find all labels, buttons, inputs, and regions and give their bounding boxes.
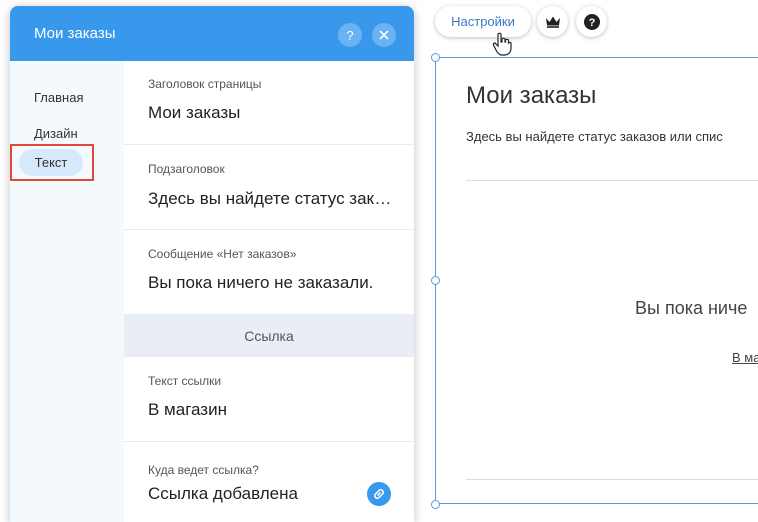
settings-panel: Мои заказы ? Главная Дизайн Текст Заголо… xyxy=(10,6,414,522)
link-target-value: Ссылка добавлена xyxy=(148,484,298,503)
close-icon xyxy=(379,30,389,40)
link-button[interactable] xyxy=(367,482,391,506)
resize-handle-bottom-left[interactable] xyxy=(431,500,440,509)
svg-text:?: ? xyxy=(588,17,595,29)
field-link-target[interactable]: Куда ведет ссылка? Ссылка добавлена xyxy=(124,442,414,522)
panel-help-button[interactable]: ? xyxy=(338,23,362,47)
nav-item-main[interactable]: Главная xyxy=(34,90,83,105)
field-page-title[interactable]: Заголовок страницы Мои заказы xyxy=(124,61,414,145)
panel-title: Мои заказы xyxy=(34,25,116,42)
question-icon: ? xyxy=(346,27,354,43)
canvas-subtitle: Здесь вы найдете статус заказов или спис xyxy=(466,129,723,144)
link-text-input[interactable]: В магазин xyxy=(148,400,392,420)
hand-cursor-icon xyxy=(492,32,512,56)
field-no-orders[interactable]: Сообщение «Нет заказов» Вы пока ничего н… xyxy=(124,230,414,315)
panel-body: Заголовок страницы Мои заказы Подзаголов… xyxy=(124,61,414,522)
canvas-title: Мои заказы xyxy=(466,82,597,109)
page-canvas[interactable]: Мои заказы Здесь вы найдете статус заказ… xyxy=(435,57,758,504)
help-button[interactable]: ? xyxy=(576,6,607,37)
field-label: Заголовок страницы xyxy=(148,77,262,91)
canvas-divider-bottom xyxy=(466,479,758,480)
panel-close-button[interactable] xyxy=(372,23,396,47)
field-subtitle[interactable]: Подзаголовок Здесь вы найдете статус зак… xyxy=(124,145,414,230)
field-label: Подзаголовок xyxy=(148,162,225,176)
field-label: Куда ведет ссылка? xyxy=(148,463,259,477)
section-header-link: Ссылка xyxy=(124,315,414,357)
canvas-divider-top xyxy=(466,180,758,181)
resize-handle-left[interactable] xyxy=(431,276,440,285)
link-icon xyxy=(374,489,384,499)
question-icon: ? xyxy=(583,13,600,30)
upgrade-button[interactable] xyxy=(537,6,568,37)
no-orders-input[interactable]: Вы пока ничего не заказали. xyxy=(148,273,392,293)
settings-button[interactable]: Настройки xyxy=(435,6,531,37)
field-label: Сообщение «Нет заказов» xyxy=(148,247,297,261)
subtitle-input[interactable]: Здесь вы найдете статус заказов или спис… xyxy=(148,189,392,209)
nav-item-text[interactable]: Текст xyxy=(19,149,83,176)
canvas-empty-message: Вы пока ниче xyxy=(635,298,748,318)
resize-handle-top-left[interactable] xyxy=(431,53,440,62)
crown-icon xyxy=(545,16,560,28)
panel-nav: Главная Дизайн xyxy=(10,61,124,522)
canvas-shop-link[interactable]: В ма xyxy=(732,350,758,365)
field-link-text[interactable]: Текст ссылки В магазин xyxy=(124,357,414,442)
field-label: Текст ссылки xyxy=(148,374,222,388)
page-title-input[interactable]: Мои заказы xyxy=(148,103,392,123)
nav-item-design[interactable]: Дизайн xyxy=(34,126,78,141)
